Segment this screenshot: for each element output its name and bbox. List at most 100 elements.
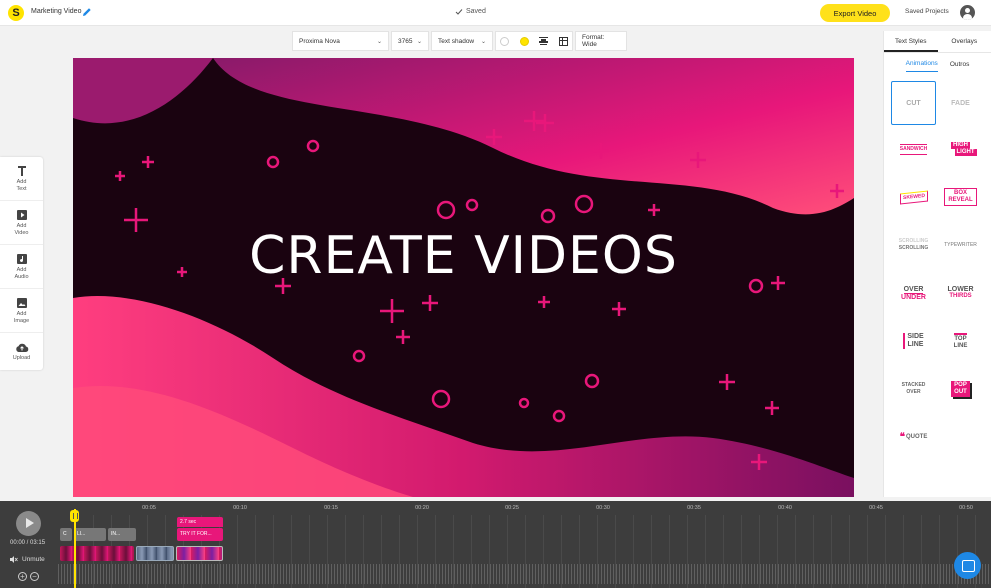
save-status: Saved xyxy=(466,8,486,15)
animation-label: SKEWED xyxy=(899,190,928,204)
add-audio-button[interactable]: Add Audio xyxy=(0,245,43,289)
animation-quote[interactable]: ❝ QUOTE xyxy=(891,415,936,459)
zoom-controls: + − xyxy=(18,572,39,581)
timeline: 00:00 / 03:15 Unmute + − 00:05 00:10 00:… xyxy=(0,501,991,588)
chevron-down-icon: ⌄ xyxy=(480,38,486,45)
add-video-button[interactable]: Add Video xyxy=(0,201,43,245)
format-select[interactable]: Format: Wide xyxy=(575,31,627,51)
mute-icon xyxy=(10,556,18,563)
zoom-out-button[interactable]: − xyxy=(30,572,39,581)
animation-sandwich[interactable]: SANDWICH xyxy=(891,127,936,171)
animation-label: REVEAL xyxy=(948,197,973,203)
tick-label: 00:40 xyxy=(778,505,792,511)
animation-label: FADE xyxy=(951,99,970,107)
animation-label: UNDER xyxy=(901,293,926,301)
animation-label: BOX xyxy=(953,190,967,196)
animation-label: CUT xyxy=(906,99,921,107)
animation-top-line[interactable]: TOP LINE xyxy=(938,319,983,363)
export-video-button[interactable]: Export Video xyxy=(820,4,890,22)
saved-projects-link[interactable]: Saved Projects xyxy=(905,8,949,15)
tab-text-styles[interactable]: Text Styles xyxy=(884,31,938,52)
timeline-ruler[interactable]: 00:05 00:10 00:15 00:20 00:25 00:30 00:3… xyxy=(58,501,991,515)
play-button[interactable] xyxy=(16,511,41,536)
add-image-button[interactable]: Add Image xyxy=(0,289,43,333)
animation-label: HIGH xyxy=(951,142,970,149)
animation-pop-out[interactable]: POP OUT xyxy=(938,367,983,411)
zoom-in-button[interactable]: + xyxy=(18,572,27,581)
font-value: Proxima Nova xyxy=(299,37,340,45)
upload-button[interactable]: Upload xyxy=(0,333,43,370)
chat-icon[interactable] xyxy=(954,552,981,579)
video-clip[interactable] xyxy=(176,546,223,561)
font-select[interactable]: Proxima Nova ⌄ xyxy=(292,31,389,51)
animation-label: LIGHT xyxy=(954,149,977,156)
tool-label: Add xyxy=(16,222,27,229)
tools-panel: Add Text Add Video Add Audio Add Image U… xyxy=(0,157,43,370)
text-shadow-select[interactable]: Text shadow ⌄ xyxy=(431,31,493,51)
audio-icon xyxy=(16,253,27,264)
animation-scrolling[interactable]: SCROLLING SCROLLING xyxy=(891,223,936,267)
animation-side-line[interactable]: SIDE LINE xyxy=(891,319,936,363)
tab-overlays[interactable]: Overlays xyxy=(938,31,991,52)
animation-label: LINE xyxy=(953,342,968,349)
tick-label: 00:35 xyxy=(687,505,701,511)
video-clip[interactable] xyxy=(60,546,134,561)
animation-fade[interactable]: FADE xyxy=(938,81,983,125)
animation-cut[interactable]: CUT xyxy=(891,81,936,125)
audio-waveform[interactable] xyxy=(58,564,991,584)
animation-label: SCROLLING xyxy=(898,238,929,244)
right-panel-tabs: Text Styles Overlays xyxy=(884,31,991,53)
animation-highlight[interactable]: HIGH LIGHT xyxy=(938,127,983,171)
style-buttons xyxy=(495,31,573,51)
pencil-icon[interactable] xyxy=(82,7,92,17)
animation-label: SANDWICH xyxy=(899,143,928,155)
animation-lower-thirds[interactable]: LOWER THIRDS xyxy=(938,271,983,315)
unmute-label: Unmute xyxy=(22,556,45,563)
font-size-select[interactable]: 3765 ⌄ xyxy=(391,31,429,51)
video-clip[interactable] xyxy=(136,546,174,561)
animation-label: SCROLLING xyxy=(898,245,929,251)
animation-typewriter[interactable]: TYPEWRITER xyxy=(938,223,983,267)
video-canvas[interactable]: CREATE VIDEOS xyxy=(73,58,854,497)
image-icon xyxy=(16,297,27,308)
tick-label: 00:45 xyxy=(869,505,883,511)
animation-label: OVER xyxy=(906,389,921,395)
animation-label: TYPEWRITER xyxy=(944,241,977,248)
canvas-title-text[interactable]: CREATE VIDEOS xyxy=(73,226,854,286)
animation-label: TOP xyxy=(954,335,967,342)
align-center-icon[interactable] xyxy=(539,37,549,45)
add-text-button[interactable]: Add Text xyxy=(0,157,43,201)
upload-icon xyxy=(15,343,28,352)
clip-duration: 2.7 sec xyxy=(180,519,197,525)
tick-label: 00:30 xyxy=(596,505,610,511)
animation-stacked-over[interactable]: STACKED OVER xyxy=(891,367,936,411)
clip-duration-tag[interactable]: 2.7 sec xyxy=(177,517,223,527)
animation-skewed[interactable]: SKEWED xyxy=(891,175,936,219)
background-color-button[interactable] xyxy=(500,36,509,46)
tick-label: 00:20 xyxy=(415,505,429,511)
avatar[interactable] xyxy=(960,5,975,20)
chevron-down-icon: ⌄ xyxy=(376,38,382,45)
text-clip[interactable]: LI... xyxy=(74,528,106,541)
text-clip[interactable]: C xyxy=(60,528,72,541)
unmute-button[interactable]: Unmute xyxy=(10,556,45,563)
animation-label: OUT xyxy=(954,389,967,395)
tool-label: Audio xyxy=(14,273,29,280)
tick-label: 00:15 xyxy=(324,505,338,511)
animation-label: THIRDS xyxy=(949,293,972,299)
text-color-button[interactable] xyxy=(519,36,529,46)
text-clip-selected[interactable]: TRY IT FOR... xyxy=(177,528,223,541)
text-shadow-value: Text shadow xyxy=(438,37,475,45)
app-logo[interactable]: S xyxy=(8,5,24,21)
project-title[interactable]: Marketing Video xyxy=(31,8,81,15)
grid-icon[interactable] xyxy=(558,36,568,46)
animation-box-reveal[interactable]: BOX REVEAL xyxy=(938,175,983,219)
tool-label: Add xyxy=(16,310,27,317)
subtab-outros[interactable]: Outros xyxy=(950,57,970,72)
chevron-down-icon: ⌄ xyxy=(416,38,422,45)
playhead-handle[interactable] xyxy=(70,510,79,522)
text-clip[interactable]: IN... xyxy=(108,528,136,541)
subtab-animations[interactable]: Animations xyxy=(905,56,938,72)
format-value: Format: Wide xyxy=(582,34,605,48)
animation-over-under[interactable]: OVER UNDER xyxy=(891,271,936,315)
